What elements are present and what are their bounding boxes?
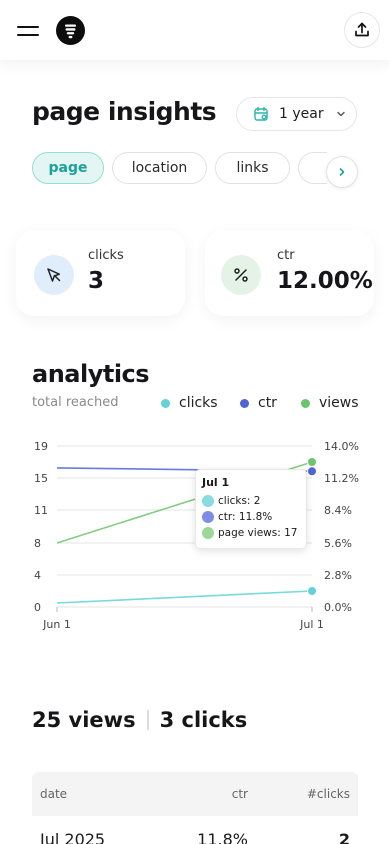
y-right-tick-label: 2.8% (324, 569, 352, 582)
cell-clicks: 2 (338, 830, 350, 844)
legend-clicks[interactable]: clicks (161, 395, 218, 411)
y-right-tick-label: 5.6% (324, 537, 352, 550)
tab-page[interactable]: page (32, 152, 104, 184)
x-tick-label: Jul 1 (299, 618, 324, 631)
series-line-clicks (56, 590, 313, 604)
summary-views: 25 views (32, 708, 136, 732)
tooltip-swatch (202, 495, 214, 507)
y-left-tick-label: 0 (34, 601, 41, 614)
tab-overflow[interactable] (298, 152, 327, 184)
clicks-stat-card: clicks 3 (16, 230, 185, 316)
data-point-page-views (307, 457, 317, 467)
upload-icon (355, 22, 369, 37)
tabs-next-button[interactable] (326, 156, 358, 188)
ctr-stat-value: 12.00% (277, 268, 373, 294)
summary-divider (146, 710, 149, 730)
analytics-title: analytics (32, 360, 150, 388)
clicks-stat-value: 3 (88, 268, 105, 294)
hamburger-icon[interactable] (17, 24, 39, 38)
legend-clicks-dot (161, 398, 170, 408)
tab-location[interactable]: location (112, 152, 207, 184)
analytics-subtitle: total reached (32, 395, 119, 410)
y-left-tick-label: 8 (34, 537, 41, 550)
date-range-select[interactable]: 1 year (236, 97, 357, 131)
tooltip-title: Jul 1 (202, 476, 230, 489)
tooltip-row: page views: 17 (202, 525, 300, 541)
chevron-right-icon (339, 168, 345, 176)
column-header-ctr[interactable]: ctr (232, 787, 248, 801)
legend-views-dot (301, 398, 310, 408)
cell-ctr: 11.8% (197, 830, 248, 844)
data-point-ctr (307, 466, 317, 477)
tooltip-row-text: clicks: 2 (218, 495, 261, 507)
ctr-stat-label: ctr (277, 248, 295, 263)
y-left-tick-label: 19 (34, 440, 48, 453)
share-button[interactable] (344, 12, 380, 48)
brand-logo[interactable] (56, 16, 85, 45)
tooltip-row-text: ctr: 11.8% (218, 511, 273, 523)
cell-date: Jul 2025 (40, 830, 106, 844)
x-tick-label: Jun 1 (42, 618, 71, 631)
ctr-stat-card: ctr 12.00% (205, 230, 374, 316)
tab-links[interactable]: links (215, 152, 290, 184)
tab-bar: page location links (32, 152, 327, 185)
y-left-tick-label: 4 (34, 569, 41, 582)
table-header: date ctr #clicks (32, 772, 358, 816)
cursor-arrow-icon (34, 255, 74, 295)
y-left-tick-label: 15 (34, 472, 48, 485)
tooltip-row: clicks: 2 (202, 493, 300, 509)
y-right-tick-label: 8.4% (324, 504, 352, 517)
y-right-tick-label: 0.0% (324, 601, 352, 614)
table-row[interactable]: Jul 2025 11.8% 2 (32, 816, 358, 844)
legend-ctr-label: ctr (258, 395, 277, 411)
top-bar (0, 0, 390, 60)
legend-ctr-dot (240, 398, 249, 408)
chart-tooltip: Jul 1 clicks: 2 ctr: 11.8% page views: 1… (195, 469, 307, 549)
chevron-down-icon (336, 111, 345, 117)
summary-clicks: 3 clicks (159, 708, 248, 732)
column-header-date[interactable]: date (40, 787, 67, 801)
tooltip-row: ctr: 11.8% (202, 509, 300, 525)
legend-views-label: views (319, 395, 359, 411)
calendar-icon (254, 106, 268, 121)
clicks-stat-label: clicks (88, 248, 124, 263)
column-header-clicks[interactable]: #clicks (307, 787, 350, 801)
summary-totals: 25 views 3 clicks (32, 708, 247, 732)
legend-views[interactable]: views (301, 395, 359, 411)
legend-ctr[interactable]: ctr (240, 395, 277, 411)
tooltip-swatch (202, 527, 214, 539)
date-range-label: 1 year (279, 106, 324, 122)
y-right-tick-label: 11.2% (324, 472, 359, 485)
y-right-tick-label: 14.0% (324, 440, 359, 453)
data-point-clicks (307, 586, 317, 596)
tooltip-row-text: page views: 17 (218, 527, 298, 539)
percent-icon (221, 255, 261, 295)
tooltip-swatch (202, 511, 214, 523)
y-left-tick-label: 11 (34, 504, 48, 517)
page-title: page insights (32, 97, 217, 126)
legend-clicks-label: clicks (179, 395, 218, 411)
